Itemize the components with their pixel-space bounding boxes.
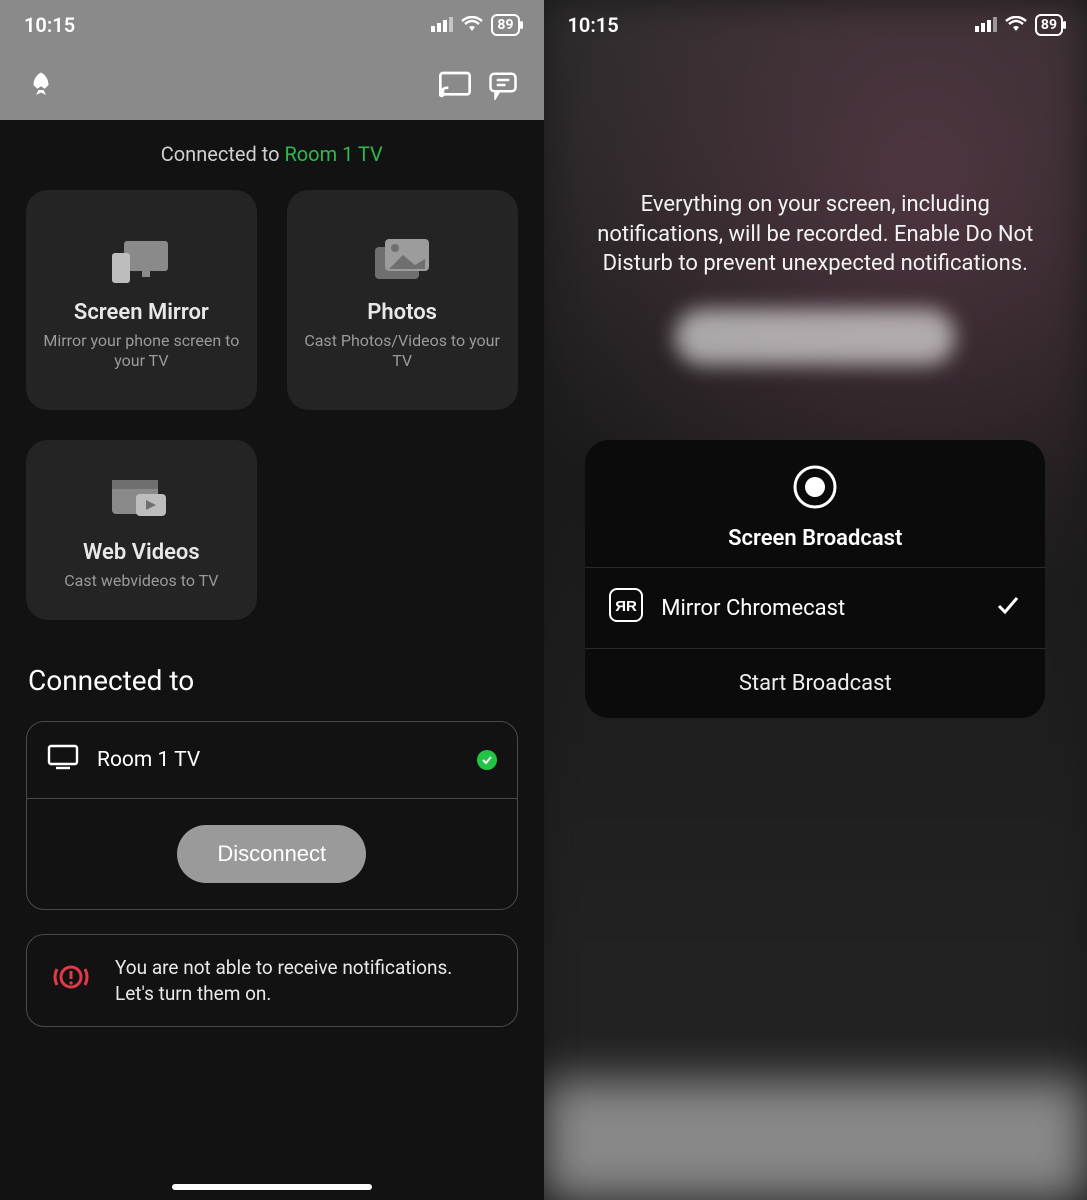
- connected-check-icon: [477, 750, 497, 770]
- record-icon: [792, 464, 838, 514]
- status-bar: 10:15 89: [544, 0, 1087, 50]
- broadcast-warning-text: Everything on your screen, including not…: [544, 50, 1087, 299]
- tile-screen-mirror[interactable]: Screen Mirror Mirror your phone screen t…: [26, 190, 257, 410]
- status-icons: 89: [431, 13, 519, 37]
- wifi-icon: [461, 13, 483, 37]
- status-time: 10:15: [24, 13, 75, 37]
- connected-device-card: Room 1 TV Disconnect: [26, 721, 518, 910]
- blurred-bottom: [544, 1080, 1087, 1200]
- blurred-element: [675, 309, 955, 365]
- broadcast-sheet: Screen Broadcast ЯR Mirror Chromecast St…: [585, 440, 1045, 718]
- home-indicator[interactable]: [172, 1184, 372, 1190]
- broadcast-app-name: Mirror Chromecast: [661, 596, 977, 621]
- screen-broadcast-sheet: 10:15 89 Everything on your screen, incl…: [544, 0, 1087, 1200]
- screen-cast-app: 10:15 89 Connected to Room 1 TV: [0, 0, 544, 1200]
- broadcast-header: Screen Broadcast: [585, 440, 1045, 567]
- device-row[interactable]: Room 1 TV: [27, 722, 517, 798]
- notification-warning-text: You are not able to receive notification…: [115, 955, 495, 1006]
- tile-desc: Mirror your phone screen to your TV: [40, 331, 243, 371]
- tile-web-videos[interactable]: Web Videos Cast webvideos to TV: [26, 440, 257, 620]
- wifi-icon: [1005, 13, 1027, 37]
- tv-icon: [47, 744, 79, 776]
- status-bar: 10:15 89: [0, 0, 544, 50]
- connected-banner: Connected to Room 1 TV: [0, 120, 544, 176]
- battery-indicator: 89: [491, 14, 519, 36]
- cellular-icon: [975, 13, 997, 37]
- web-videos-icon: [108, 470, 174, 530]
- feature-tiles: Screen Mirror Mirror your phone screen t…: [0, 176, 544, 634]
- broadcast-app-option[interactable]: ЯR Mirror Chromecast: [585, 567, 1045, 649]
- tile-title: Web Videos: [83, 540, 200, 565]
- app-toolbar: [0, 50, 544, 120]
- tile-photos[interactable]: Photos Cast Photos/Videos to your TV: [287, 190, 518, 410]
- tile-desc: Cast webvideos to TV: [64, 571, 218, 591]
- notification-warning-card[interactable]: You are not able to receive notification…: [26, 934, 518, 1027]
- cellular-icon: [431, 13, 453, 37]
- alert-icon: [49, 955, 93, 1006]
- checkmark-icon: [995, 592, 1021, 624]
- tile-title: Photos: [367, 300, 437, 325]
- tile-desc: Cast Photos/Videos to your TV: [301, 331, 504, 371]
- connected-device-name: Room 1 TV: [284, 142, 382, 166]
- screen-mirror-icon: [106, 230, 176, 290]
- tile-title: Screen Mirror: [74, 300, 209, 325]
- device-name: Room 1 TV: [97, 748, 459, 772]
- app-icon: ЯR: [609, 588, 643, 628]
- photos-icon: [369, 230, 435, 290]
- section-heading-connected: Connected to: [0, 634, 544, 711]
- start-broadcast-button[interactable]: Start Broadcast: [585, 649, 1045, 718]
- battery-indicator: 89: [1035, 14, 1063, 36]
- rocket-icon[interactable]: [24, 68, 58, 102]
- status-time: 10:15: [568, 13, 619, 37]
- chat-icon[interactable]: [486, 68, 520, 102]
- status-icons: 89: [975, 13, 1063, 37]
- cast-icon[interactable]: [438, 68, 472, 102]
- svg-text:ЯR: ЯR: [615, 598, 637, 615]
- connected-prefix: Connected to: [161, 142, 285, 166]
- broadcast-title: Screen Broadcast: [728, 526, 902, 551]
- disconnect-button[interactable]: Disconnect: [177, 825, 366, 883]
